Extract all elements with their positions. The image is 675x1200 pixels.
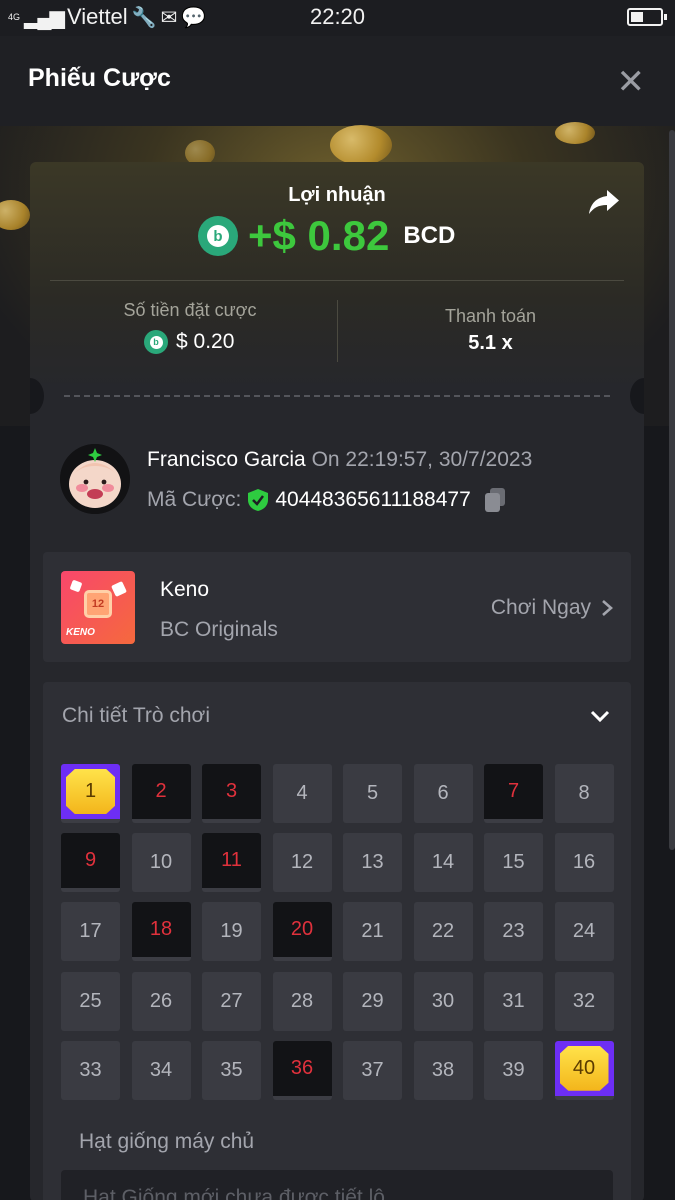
header: Phiếu Cược ✕ xyxy=(0,36,675,126)
bcd-coin-icon: b xyxy=(144,330,168,354)
keno-tile[interactable]: 6 xyxy=(413,764,473,823)
keno-tile-picked[interactable]: 7 xyxy=(484,764,543,823)
keno-tile-picked[interactable]: 9 xyxy=(61,833,120,893)
bet-slip-card: Lợi nhuận b +$ 0.82 BCD Số tiền đặt cược… xyxy=(30,162,644,1200)
keno-tile[interactable]: 10 xyxy=(131,833,191,893)
user-name[interactable]: Francisco Garcia xyxy=(147,448,306,471)
keno-tile[interactable]: 14 xyxy=(413,833,473,893)
keno-tile[interactable]: 28 xyxy=(272,971,332,1031)
chevron-down-icon[interactable] xyxy=(589,708,611,724)
keno-tile[interactable]: 24 xyxy=(554,902,614,962)
thumb-text: KENO xyxy=(66,627,95,638)
thumb-number: 12 xyxy=(84,590,112,618)
close-icon[interactable]: ✕ xyxy=(617,62,646,102)
game-card[interactable]: 12 KENO Keno BC Originals Chơi Ngay xyxy=(43,552,631,662)
profit-amount: +$ 0.82 xyxy=(248,212,390,259)
keno-tile[interactable]: 34 xyxy=(131,1040,191,1100)
keno-tile[interactable]: 4 xyxy=(272,764,332,823)
keno-tile[interactable]: 39 xyxy=(484,1040,543,1100)
keno-tile[interactable]: 33 xyxy=(61,1040,120,1100)
clock: 22:20 xyxy=(309,4,366,29)
dice-icon xyxy=(69,579,83,593)
bet-id: 40448365611188477 xyxy=(275,488,471,511)
keno-tile[interactable]: 29 xyxy=(343,971,402,1031)
keno-tile[interactable]: 27 xyxy=(202,971,261,1031)
keno-tile-picked[interactable]: 11 xyxy=(202,833,261,893)
stake-row: b $ 0.20 xyxy=(144,330,234,354)
dashed-divider xyxy=(64,395,610,397)
bet-time: On 22:19:57, 30/7/2023 xyxy=(311,448,533,471)
keno-tile[interactable]: 37 xyxy=(343,1040,402,1100)
share-icon[interactable] xyxy=(586,184,622,220)
coin-decoration xyxy=(555,122,595,144)
profit-row: b +$ 0.82 BCD xyxy=(198,212,455,260)
keno-tile[interactable]: 22 xyxy=(413,902,473,962)
divider xyxy=(50,280,624,281)
keno-tile[interactable]: 16 xyxy=(554,833,614,893)
keno-tile[interactable]: 23 xyxy=(484,902,543,962)
scrollbar[interactable] xyxy=(669,130,675,850)
keno-tile[interactable]: 21 xyxy=(343,902,402,962)
keno-tile-hit[interactable]: 1 xyxy=(61,764,120,823)
keno-tile[interactable]: 31 xyxy=(484,971,543,1031)
game-name: Keno xyxy=(160,578,210,601)
verified-shield-icon xyxy=(248,489,269,511)
keno-tile-picked[interactable]: 2 xyxy=(131,764,191,823)
bet-id-label: Mã Cược: xyxy=(147,488,242,511)
keno-tile-picked[interactable]: 36 xyxy=(272,1040,332,1100)
server-seed-placeholder: Hạt Giống mới chưa được tiết lộ xyxy=(83,1186,385,1200)
keno-tile[interactable]: 5 xyxy=(343,764,402,823)
stake-label: Số tiền đặt cược xyxy=(123,300,257,320)
keno-tile[interactable]: 35 xyxy=(202,1040,261,1100)
server-seed-field[interactable]: Hạt Giống mới chưa được tiết lộ xyxy=(61,1170,613,1200)
keno-tile[interactable]: 25 xyxy=(61,971,120,1031)
keno-tile-picked[interactable]: 20 xyxy=(272,902,332,962)
dice-icon xyxy=(111,581,127,597)
battery-icon xyxy=(627,8,667,26)
stake-value: $ 0.20 xyxy=(176,330,235,353)
keno-tile[interactable]: 15 xyxy=(484,833,543,893)
profit-currency: BCD xyxy=(403,222,456,249)
profit-label: Lợi nhuận xyxy=(288,184,386,206)
keno-tile[interactable]: 12 xyxy=(272,833,332,893)
chevron-right-icon xyxy=(602,600,613,616)
gem-icon: 40 xyxy=(559,1045,609,1091)
keno-tile[interactable]: 8 xyxy=(554,764,614,823)
status-bar: 4G ▂▄▆ Viettel 🔧 ✉ 💬 22:20 xyxy=(0,0,675,36)
keno-tile-picked[interactable]: 18 xyxy=(131,902,191,962)
keno-tile[interactable]: 19 xyxy=(202,902,261,962)
keno-tile[interactable]: 17 xyxy=(61,902,120,962)
bet-id-row: Mã Cược: 40448365611188477 xyxy=(147,487,507,513)
play-now-label: Chơi Ngay xyxy=(490,596,591,619)
gem-icon: 1 xyxy=(66,769,115,814)
server-seed-label: Hạt giống máy chủ xyxy=(79,1130,255,1153)
keno-tile[interactable]: 26 xyxy=(131,971,191,1031)
avatar-image xyxy=(60,444,130,514)
keno-tile-hit[interactable]: 40 xyxy=(554,1040,614,1100)
copy-icon[interactable] xyxy=(483,487,507,513)
user-line: Francisco Garcia On 22:19:57, 30/7/2023 xyxy=(147,448,532,472)
payout-label: Thanh toán xyxy=(444,306,537,326)
game-details-title[interactable]: Chi tiết Trò chơi xyxy=(62,704,210,728)
payout-value: 5.1 x xyxy=(468,332,513,354)
game-provider: BC Originals xyxy=(160,618,278,641)
keno-tile-picked[interactable]: 3 xyxy=(202,764,261,823)
bcd-coin-icon: b xyxy=(198,216,238,256)
play-now-button[interactable]: Chơi Ngay xyxy=(491,596,613,620)
keno-tile[interactable]: 38 xyxy=(413,1040,473,1100)
keno-thumbnail: 12 KENO xyxy=(61,571,135,644)
keno-tile[interactable]: 30 xyxy=(413,971,473,1031)
avatar[interactable] xyxy=(60,444,130,514)
keno-tile[interactable]: 13 xyxy=(343,833,402,893)
coin-decoration xyxy=(330,125,392,165)
keno-tile[interactable]: 32 xyxy=(554,971,614,1031)
page-title: Phiếu Cược xyxy=(28,64,171,92)
game-details-panel: Chi tiết Trò chơi 1 2 3 4 5 6 7 8 9 10 11 12 13 14 15 1… xyxy=(43,682,631,1200)
